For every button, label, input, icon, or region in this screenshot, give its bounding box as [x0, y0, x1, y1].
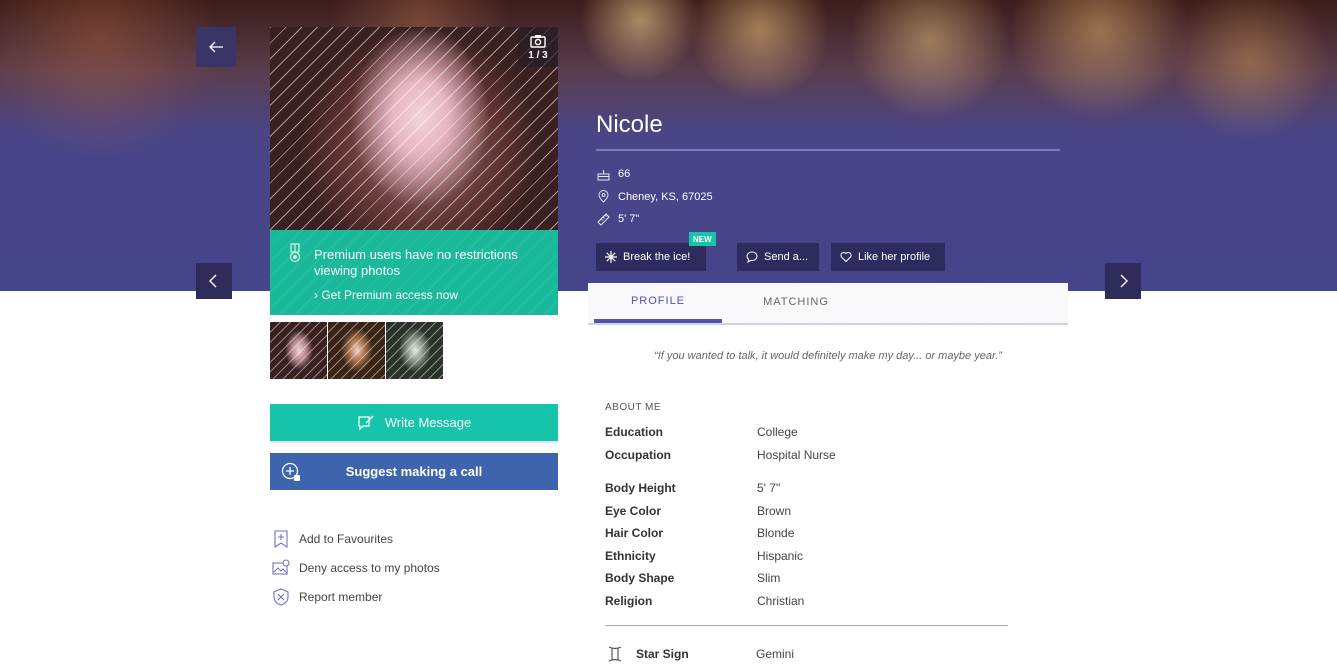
suggest-call-label: Suggest making a call: [345, 464, 483, 479]
deny-photo-access-action[interactable]: Deny access to my photos: [272, 553, 440, 582]
premium-message: Premium users have no restrictions viewi…: [314, 247, 518, 278]
about-row: Occupation Hospital Nurse: [605, 444, 836, 467]
age-fact: 66: [597, 163, 713, 186]
chat-bubble-icon: [746, 251, 758, 263]
shield-x-icon: [273, 587, 289, 606]
photo-thumbnail[interactable]: [328, 322, 385, 379]
camera-icon: [530, 34, 546, 48]
get-premium-link[interactable]: › Get Premium access now: [314, 288, 458, 302]
tab-profile[interactable]: PROFILE: [594, 283, 722, 323]
about-value: Blonde: [757, 526, 795, 541]
about-key: Education: [605, 425, 664, 440]
snowflake-icon: [605, 251, 617, 263]
profile-name: Nicole: [596, 111, 663, 138]
about-value: Slim: [757, 571, 781, 586]
about-group-appearance: Body Height 5' 7" Eye Color Brown Hair C…: [605, 477, 804, 612]
arrow-left-icon: [209, 41, 223, 53]
medal-icon: [289, 243, 301, 263]
about-value: Hospital Nurse: [757, 447, 836, 462]
send-button[interactable]: Send a...: [737, 243, 819, 271]
about-key: Body Shape: [605, 571, 675, 586]
bookmark-plus-icon: [274, 529, 288, 548]
about-value: College: [757, 425, 798, 440]
location-pin-icon: [598, 190, 609, 203]
about-row: Education College: [605, 421, 836, 444]
photo-thumbnail[interactable]: [386, 322, 443, 379]
chevron-right-icon: [1120, 274, 1128, 288]
about-value: Brown: [757, 503, 792, 518]
next-profile-button[interactable]: [1105, 263, 1141, 299]
about-key: Ethnicity: [605, 548, 656, 563]
back-button[interactable]: [196, 27, 236, 67]
previous-profile-button[interactable]: [196, 263, 232, 299]
heart-icon: [840, 251, 852, 263]
about-row: Body Shape Slim: [605, 567, 804, 590]
height-fact: 5' 7": [597, 208, 713, 231]
ruler-icon: [597, 213, 610, 226]
age-value: 66: [618, 168, 631, 181]
about-row: Ethnicity Hispanic: [605, 545, 804, 568]
name-divider: [596, 149, 1060, 151]
about-value: Hispanic: [757, 548, 804, 563]
about-row: Eye Color Brown: [605, 500, 804, 523]
about-key: Hair Color: [605, 526, 664, 541]
photo-thumbnails: [270, 322, 443, 379]
star-sign-row: Star Sign Gemini: [607, 645, 794, 663]
call-plus-icon: [281, 462, 300, 481]
tab-matching[interactable]: MATCHING: [732, 283, 860, 321]
photo-lock-icon: [272, 558, 290, 575]
like-profile-label: Like her profile: [858, 251, 931, 263]
about-row: Hair Color Blonde: [605, 522, 804, 545]
about-key: Occupation: [605, 447, 672, 462]
report-member-label: Report member: [299, 589, 383, 604]
about-key: Eye Color: [605, 503, 662, 518]
profile-quote: “If you wanted to talk, it would definit…: [654, 350, 1002, 362]
location-fact: Cheney, KS, 67025: [597, 186, 713, 209]
about-me-heading: ABOUT ME: [605, 402, 662, 413]
add-to-favourites-action[interactable]: Add to Favourites: [272, 524, 440, 553]
deny-photo-access-label: Deny access to my photos: [299, 560, 440, 575]
about-group-education: Education College Occupation Hospital Nu…: [605, 421, 836, 466]
compose-message-icon: [358, 415, 374, 430]
photo-blur-overlay: [270, 27, 558, 231]
profile-photo[interactable]: 1 / 3: [270, 27, 558, 231]
add-to-favourites-label: Add to Favourites: [299, 531, 394, 546]
gemini-icon: [608, 646, 622, 662]
profile-facts: 66 Cheney, KS, 67025 5' 7": [597, 163, 713, 231]
new-badge: NEW: [689, 232, 716, 246]
profile-tabs: PROFILE MATCHING: [588, 283, 1068, 325]
star-sign-value: Gemini: [756, 647, 795, 661]
write-message-label: Write Message: [384, 415, 472, 430]
report-member-action[interactable]: Report member: [272, 582, 440, 611]
star-sign-key: Star Sign: [636, 647, 689, 661]
about-value: Christian: [757, 593, 805, 608]
section-divider: [605, 625, 1008, 626]
profile-page: 1 / 3 Premium users have no restrictions…: [0, 0, 1337, 672]
location-value: Cheney, KS, 67025: [618, 190, 713, 203]
about-value: 5' 7": [757, 481, 781, 496]
photo-counter-text: 1 / 3: [528, 49, 548, 61]
suggest-call-button[interactable]: Suggest making a call: [270, 453, 558, 490]
about-row: Body Height 5' 7": [605, 477, 804, 500]
like-profile-button[interactable]: Like her profile: [831, 243, 945, 271]
premium-banner: Premium users have no restrictions viewi…: [270, 230, 558, 315]
get-premium-label: Get Premium access now: [321, 288, 459, 302]
about-key: Body Height: [605, 481, 676, 496]
photo-thumbnail[interactable]: [270, 322, 327, 379]
send-label: Send a...: [764, 251, 809, 263]
profile-actions: Add to Favourites Deny access to my phot…: [272, 524, 440, 611]
cake-icon: [597, 169, 610, 181]
about-row: Religion Christian: [605, 590, 804, 613]
height-value: 5' 7": [618, 213, 640, 226]
write-message-button[interactable]: Write Message: [270, 404, 558, 441]
chevron-left-icon: [209, 274, 217, 288]
about-key: Religion: [605, 593, 653, 608]
break-the-ice-label: Break the ice!: [623, 251, 691, 263]
photo-counter: 1 / 3: [518, 27, 558, 67]
break-the-ice-button[interactable]: Break the ice!: [596, 243, 706, 271]
